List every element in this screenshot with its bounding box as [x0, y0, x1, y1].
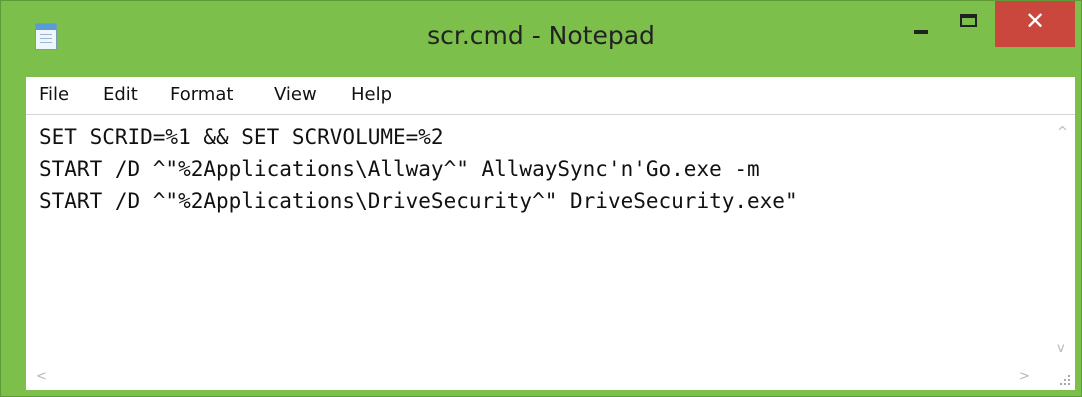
resize-grip-icon[interactable]: [1049, 365, 1075, 390]
minimize-icon: [914, 30, 928, 34]
scroll-up-icon[interactable]: ^: [1057, 125, 1068, 140]
scroll-down-icon[interactable]: v: [1057, 341, 1065, 356]
code-line: START /D ^"%2Applications\Allway^" Allwa…: [39, 157, 760, 181]
code-line: SET SCRID=%1 && SET SCRVOLUME=%2: [39, 125, 444, 149]
text-editor[interactable]: SET SCRID=%1 && SET SCRVOLUME=%2 START /…: [26, 115, 1049, 365]
close-icon: ✕: [1024, 7, 1046, 35]
notepad-window: scr.cmd - Notepad ✕ File Edit Format Vie…: [0, 0, 1082, 397]
vertical-scrollbar[interactable]: ^ v: [1049, 115, 1075, 365]
menu-edit[interactable]: Edit: [103, 84, 138, 105]
maximize-button[interactable]: [947, 1, 993, 47]
close-button[interactable]: ✕: [995, 1, 1075, 47]
code-line: START /D ^"%2Applications\DriveSecurity^…: [39, 189, 798, 213]
menu-format[interactable]: Format: [170, 84, 233, 105]
menu-file[interactable]: File: [39, 84, 69, 105]
menu-help[interactable]: Help: [351, 84, 392, 105]
menu-view[interactable]: View: [274, 84, 317, 105]
editor-area: SET SCRID=%1 && SET SCRVOLUME=%2 START /…: [26, 115, 1075, 390]
scroll-right-icon[interactable]: >: [1019, 369, 1030, 384]
maximize-icon: [960, 14, 977, 27]
scroll-left-icon[interactable]: <: [36, 369, 47, 384]
minimize-button[interactable]: [897, 1, 947, 47]
horizontal-scrollbar[interactable]: < >: [26, 365, 1049, 390]
menu-bar: File Edit Format View Help: [26, 77, 1075, 115]
title-bar[interactable]: scr.cmd - Notepad ✕: [1, 1, 1081, 73]
